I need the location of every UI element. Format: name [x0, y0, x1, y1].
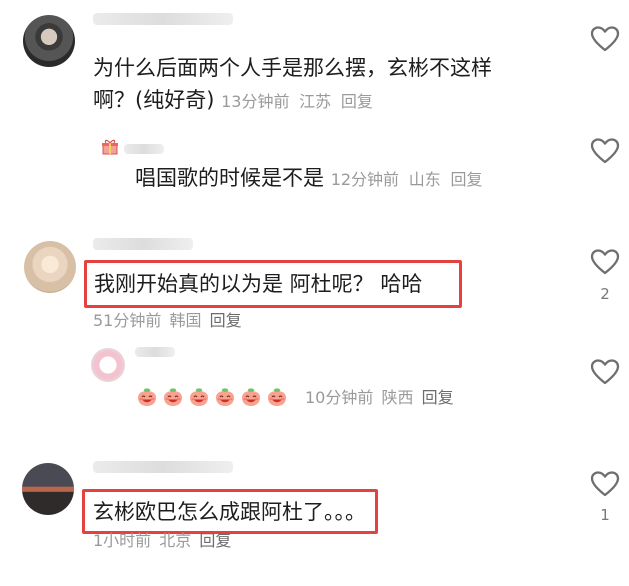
comment-text: 为什么后面两个人手是那么摆，玄彬不这样 [93, 56, 492, 80]
heart-outline-icon[interactable] [590, 25, 620, 53]
comment-text: 玄彬欧巴怎么成跟阿杜了。。。 [93, 500, 366, 524]
heart-outline-icon[interactable] [590, 248, 620, 276]
comment-3: 玄彬欧巴怎么成跟阿杜了。。。 1小时前 北京 回复 1 [0, 455, 629, 586]
peach-face-emoji [216, 388, 234, 406]
reply-button[interactable]: 回复 [210, 311, 242, 330]
reply-meta: 10分钟前 陕西 回复 [305, 386, 454, 410]
comment-1: 为什么后面两个人手是那么摆，玄彬不这样 啊？(纯好奇) 13分钟前 江苏 回复 [0, 0, 629, 120]
heart-outline-icon[interactable] [590, 137, 620, 165]
avatar[interactable] [24, 241, 76, 293]
reply-text: 唱国歌的时候是不是 12分钟前 山东 回复 [135, 166, 483, 190]
timestamp: 12分钟前 [330, 170, 400, 189]
username-blurred[interactable] [93, 461, 233, 473]
timestamp: 51分钟前 [93, 311, 162, 330]
reply-button[interactable]: 回复 [341, 92, 373, 111]
like-count: 2 [600, 285, 610, 303]
avatar[interactable] [23, 15, 75, 67]
emoji-row [136, 386, 288, 408]
location: 陕西 [381, 388, 414, 407]
comment-text-line2: 啊？(纯好奇) 13分钟前 江苏 回复 [93, 88, 373, 112]
gift-icon [102, 139, 118, 155]
username-blurred[interactable] [135, 347, 175, 357]
like-count: 1 [600, 506, 610, 524]
username-blurred[interactable] [93, 238, 193, 250]
peach-face-emoji [138, 388, 156, 406]
comment-meta: 51分钟前 韩国 回复 [93, 310, 242, 332]
peach-face-emoji [242, 388, 260, 406]
comment-2: 我刚开始真的以为是 阿杜呢？ 哈哈 51分钟前 韩国 回复 2 [0, 230, 629, 340]
heart-outline-icon[interactable] [590, 470, 620, 498]
comment-meta: 1小时前 北京 回复 [93, 530, 231, 552]
peach-face-emoji [190, 388, 208, 406]
location: 山东 [408, 170, 441, 189]
avatar[interactable] [22, 463, 74, 515]
username-blurred[interactable] [124, 144, 164, 154]
peach-face-emoji [268, 388, 286, 406]
timestamp: 13分钟前 [221, 92, 290, 111]
avatar[interactable] [91, 348, 125, 382]
timestamp: 1小时前 [93, 531, 152, 550]
reply-button[interactable]: 回复 [422, 388, 454, 407]
location: 北京 [159, 531, 192, 550]
reply-2: 10分钟前 陕西 回复 [0, 340, 629, 420]
reply-button[interactable]: 回复 [450, 170, 482, 189]
reply-1: 唱国歌的时候是不是 12分钟前 山东 回复 [0, 120, 629, 195]
location: 韩国 [169, 311, 202, 330]
peach-face-emoji [164, 388, 182, 406]
reply-button[interactable]: 回复 [199, 531, 231, 550]
heart-outline-icon[interactable] [590, 358, 620, 386]
username-blurred[interactable] [93, 13, 233, 25]
timestamp: 10分钟前 [305, 388, 374, 407]
comment-text: 我刚开始真的以为是 阿杜呢？ 哈哈 [94, 272, 423, 296]
location: 江苏 [299, 92, 332, 111]
